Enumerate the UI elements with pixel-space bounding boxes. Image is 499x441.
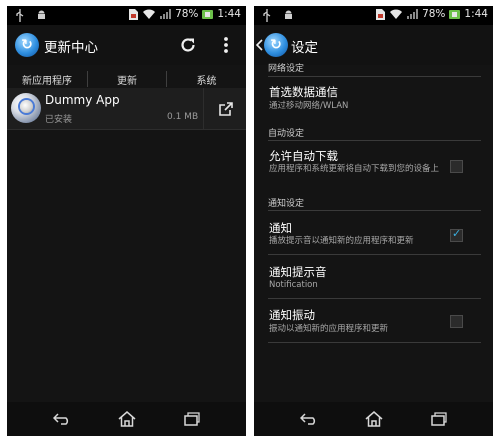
section-divider (268, 210, 481, 211)
pref-summary: 通过移动网络/WLAN (269, 101, 349, 111)
sim-card-icon (374, 7, 386, 21)
recent-apps-icon[interactable] (427, 408, 451, 430)
pref-summary: 播放提示音以通知新的应用程序和更新 (269, 236, 414, 246)
overflow-menu-icon[interactable] (214, 33, 238, 57)
android-debug-icon (282, 8, 294, 22)
vibrate-checkbox[interactable] (450, 315, 463, 328)
pref-summary: 应用程序和系统更新将自动下载到您的设备上 (269, 164, 440, 174)
update-center-logo-icon[interactable]: ↻ (264, 33, 288, 57)
section-header-network: 网络设定 (268, 64, 305, 74)
back-icon[interactable] (50, 408, 74, 430)
row-divider (268, 342, 481, 343)
clock: 1:44 (464, 8, 488, 20)
auto-download-checkbox[interactable] (450, 160, 463, 173)
wifi-icon (143, 7, 156, 21)
pref-title: 允许自动下载 (269, 149, 338, 163)
pref-title: 通知 (269, 221, 292, 235)
action-bar: ↻ 设定 (254, 25, 493, 65)
chevron-left-icon[interactable] (254, 33, 264, 57)
battery-percent: 78% (175, 8, 199, 20)
navigation-bar (254, 402, 493, 436)
app-install-status: 已安装 (45, 115, 73, 125)
home-icon[interactable] (362, 408, 386, 430)
app-icon (11, 93, 41, 123)
row-divider (268, 298, 481, 299)
sim-card-icon (127, 7, 139, 21)
pref-title: 首选数据通信 (269, 85, 338, 99)
clock: 1:44 (217, 8, 241, 20)
app-size: 0.1 MB (167, 112, 199, 122)
pref-summary: Notification (269, 280, 318, 290)
navigation-bar (7, 402, 246, 436)
app-list-item[interactable]: Dummy App 已安装 0.1 MB (7, 88, 246, 130)
usb-icon (14, 8, 26, 22)
action-bar: ↻ 更新中心 (7, 25, 246, 65)
signal-icon (406, 7, 418, 21)
notification-checkbox[interactable]: ✓ (450, 227, 463, 242)
status-bar: 78% 1:44 (254, 6, 493, 25)
open-external-icon[interactable] (203, 88, 246, 129)
pref-title: 通知振动 (269, 308, 315, 322)
usb-icon (261, 8, 273, 22)
signal-icon (159, 7, 171, 21)
row-divider (268, 254, 481, 255)
battery-icon (449, 9, 461, 19)
status-bar: 78% 1:44 (7, 6, 246, 25)
refresh-icon[interactable] (176, 33, 200, 57)
wifi-icon (390, 7, 403, 21)
section-header-auto: 自动设定 (268, 129, 305, 139)
page-title: 设定 (291, 40, 318, 56)
pref-title: 通知提示音 (269, 265, 327, 279)
battery-icon (202, 9, 214, 19)
page-title: 更新中心 (44, 40, 98, 56)
settings-screen: 78% 1:44 ↻ 设定 网络设定 首选数据通信 通过移动网络/WLAN 自动… (254, 6, 493, 436)
recent-apps-icon[interactable] (180, 408, 204, 430)
pref-summary: 振动以通知新的应用程序和更新 (269, 324, 389, 334)
section-divider (268, 140, 481, 141)
battery-percent: 78% (422, 8, 446, 20)
section-divider (268, 76, 481, 77)
update-center-screen: 78% 1:44 ↻ 更新中心 新应用程序 更新 系统 Dummy App 已安… (7, 6, 246, 436)
checkmark-icon: ✓ (452, 227, 462, 240)
home-icon[interactable] (115, 408, 139, 430)
back-icon[interactable] (297, 408, 321, 430)
section-header-notification: 通知设定 (268, 199, 305, 209)
app-name: Dummy App (45, 93, 120, 107)
android-debug-icon (35, 8, 47, 22)
update-center-logo-icon[interactable]: ↻ (15, 33, 39, 57)
